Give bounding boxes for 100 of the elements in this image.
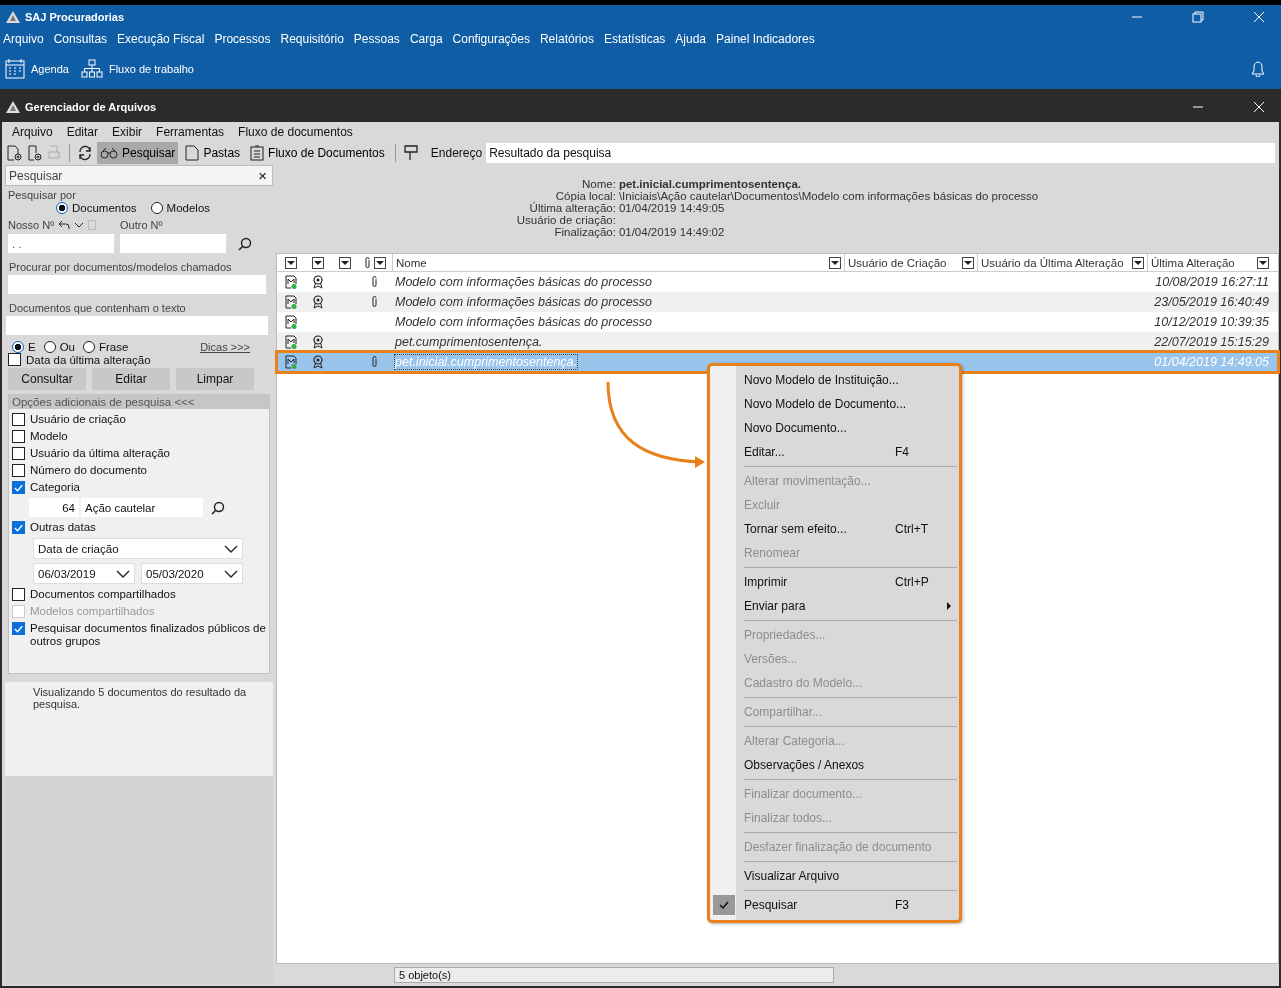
clipboard-icon [250,145,265,161]
new-document-icon[interactable] [6,145,22,161]
menu-item[interactable]: Novo Documento... [710,416,959,440]
menu-item[interactable]: Configurações [452,32,530,46]
bell-icon[interactable] [1251,61,1265,77]
toolbar-button[interactable]: Pesquisar [97,142,179,164]
menu-item[interactable]: Tornar sem efeito... Ctrl+T [710,517,959,541]
menu-item[interactable]: Ajuda [675,32,707,46]
table-cell: Modelo com informações básicas do processo [395,315,653,329]
category-field[interactable]: Ação cautelar [81,498,203,517]
name-field[interactable] [8,275,266,294]
app-logo-icon [6,11,20,23]
column-menu-button[interactable] [338,256,351,269]
refresh-icon[interactable] [77,145,93,161]
menu-item[interactable]: Pesquisar F3 [710,893,959,917]
column-header[interactable]: Usuário de Criação [848,256,947,269]
menu-item[interactable]: Relatórios [539,32,594,46]
checkbox[interactable] [12,430,25,443]
column-header[interactable]: Nome [396,256,427,269]
number-field[interactable] [120,234,226,253]
date-picker[interactable]: 05/03/2020 [141,563,243,584]
checkbox[interactable] [12,464,25,477]
new-document-icon[interactable] [26,145,42,161]
menu-item[interactable]: Requisitório [280,32,344,46]
close-icon[interactable] [1253,101,1265,113]
table-row[interactable]: Modelo com informações básicas do processo 23/05/2019 16:40:49 [277,292,1278,312]
menu-item[interactable]: Editar... F4 [710,440,959,464]
radio-button[interactable] [43,341,56,353]
action-button[interactable]: Editar [92,368,170,390]
radio-label: Ou [59,341,75,353]
code-field[interactable]: 64 [29,498,79,517]
menu-item[interactable]: Ferramentas [156,125,225,139]
checkbox[interactable] [12,413,25,426]
menu-item[interactable]: Novo Modelo de Documento... [710,392,959,416]
field-label: Procurar por documentos/modelos chamados [9,261,233,273]
menu-item[interactable]: Exibir [112,125,143,139]
checkbox[interactable] [12,481,25,494]
paint-brush-icon[interactable] [402,145,419,161]
table-row[interactable]: Modelo com informações básicas do processo 10/08/2019 16:27:11 [277,272,1278,292]
toolbar-button[interactable]: Fluxo de Documentos [247,142,388,164]
menu-item[interactable]: Arquivo [3,32,44,46]
date-picker[interactable]: 06/03/2019 [33,563,135,584]
menu-item[interactable]: Estatísticas [604,32,666,46]
column-menu-button[interactable] [1257,256,1269,269]
menu-item[interactable]: Enviar para [710,594,959,618]
address-field[interactable]: Resultado da pesquisa [486,143,1275,163]
menu-item[interactable]: Execução Fiscal [117,32,205,46]
undo-icon[interactable] [58,220,71,230]
table-row[interactable]: Modelo com informações básicas do processo 10/12/2019 10:39:35 [277,312,1278,332]
number-field[interactable]: . . [8,234,114,253]
close-button[interactable]: × [256,168,269,183]
action-button[interactable]: Consultar [8,368,86,390]
menu-item[interactable]: Pessoas [353,32,400,46]
checkbox[interactable] [12,588,25,601]
column-menu-button[interactable] [829,256,841,269]
search-icon[interactable] [211,500,225,515]
submenu-arrow-icon [947,602,951,610]
checkbox[interactable] [12,622,25,635]
page-icon [185,145,200,161]
radio-button[interactable] [12,341,24,353]
close-icon[interactable] [1253,11,1265,23]
tips-link[interactable]: Dicas >>> [200,341,250,353]
column-menu-button[interactable] [284,256,297,269]
chevron-down-icon[interactable] [74,222,85,228]
search-icon[interactable] [238,236,252,251]
checkbox[interactable] [12,447,25,460]
menu-item[interactable]: Editar [66,125,99,139]
menu-item[interactable]: Painel Indicadores [716,32,815,46]
menu-item[interactable]: Fluxo de documentos [238,125,353,139]
table-row[interactable]: pet.cumprimentosentença. 22/07/2019 15:15:29 [277,332,1278,352]
menu-item[interactable]: Imprimir Ctrl+P [710,570,959,594]
date-type-dropdown[interactable]: Data de criação [33,538,243,559]
column-header[interactable]: Última Alteração [1151,256,1235,269]
workflow-button[interactable]: Fluxo de trabalho [80,59,194,79]
column-menu-button[interactable] [311,256,324,269]
section-header[interactable]: Opções adicionais de pesquisa <<< [9,395,269,409]
radio-button[interactable] [150,202,163,214]
restore-icon[interactable] [1192,11,1204,23]
column-menu-button[interactable] [962,256,974,269]
checkbox[interactable] [12,521,25,534]
radio-button[interactable] [56,202,68,214]
menu-item[interactable]: Consultas [53,32,108,46]
menu-item[interactable]: Observações / Anexos [710,753,959,777]
menu-item[interactable]: Arquivo [12,125,53,139]
action-button[interactable]: Limpar [176,368,254,390]
menu-item[interactable]: Processos [214,32,271,46]
checkbox[interactable] [8,353,21,366]
radio-button[interactable] [83,341,95,353]
field-label: Documentos que contenham o texto [9,302,187,314]
toolbar-button[interactable]: Pastas [182,142,244,164]
column-menu-button[interactable] [1132,256,1144,269]
column-menu-button[interactable] [373,256,386,269]
column-header[interactable]: Usuário da Última Alteração [981,256,1124,269]
menu-item[interactable]: Visualizar Arquivo [710,864,959,888]
field-label: Outro Nº [120,218,164,232]
checkbox-label: Usuário de criação [30,413,126,426]
text-field[interactable] [6,316,268,335]
table-cell: 23/05/2019 16:40:49 [1154,295,1269,309]
agenda-button[interactable]: Agenda [5,59,69,79]
menu-item[interactable]: Carga [409,32,443,46]
